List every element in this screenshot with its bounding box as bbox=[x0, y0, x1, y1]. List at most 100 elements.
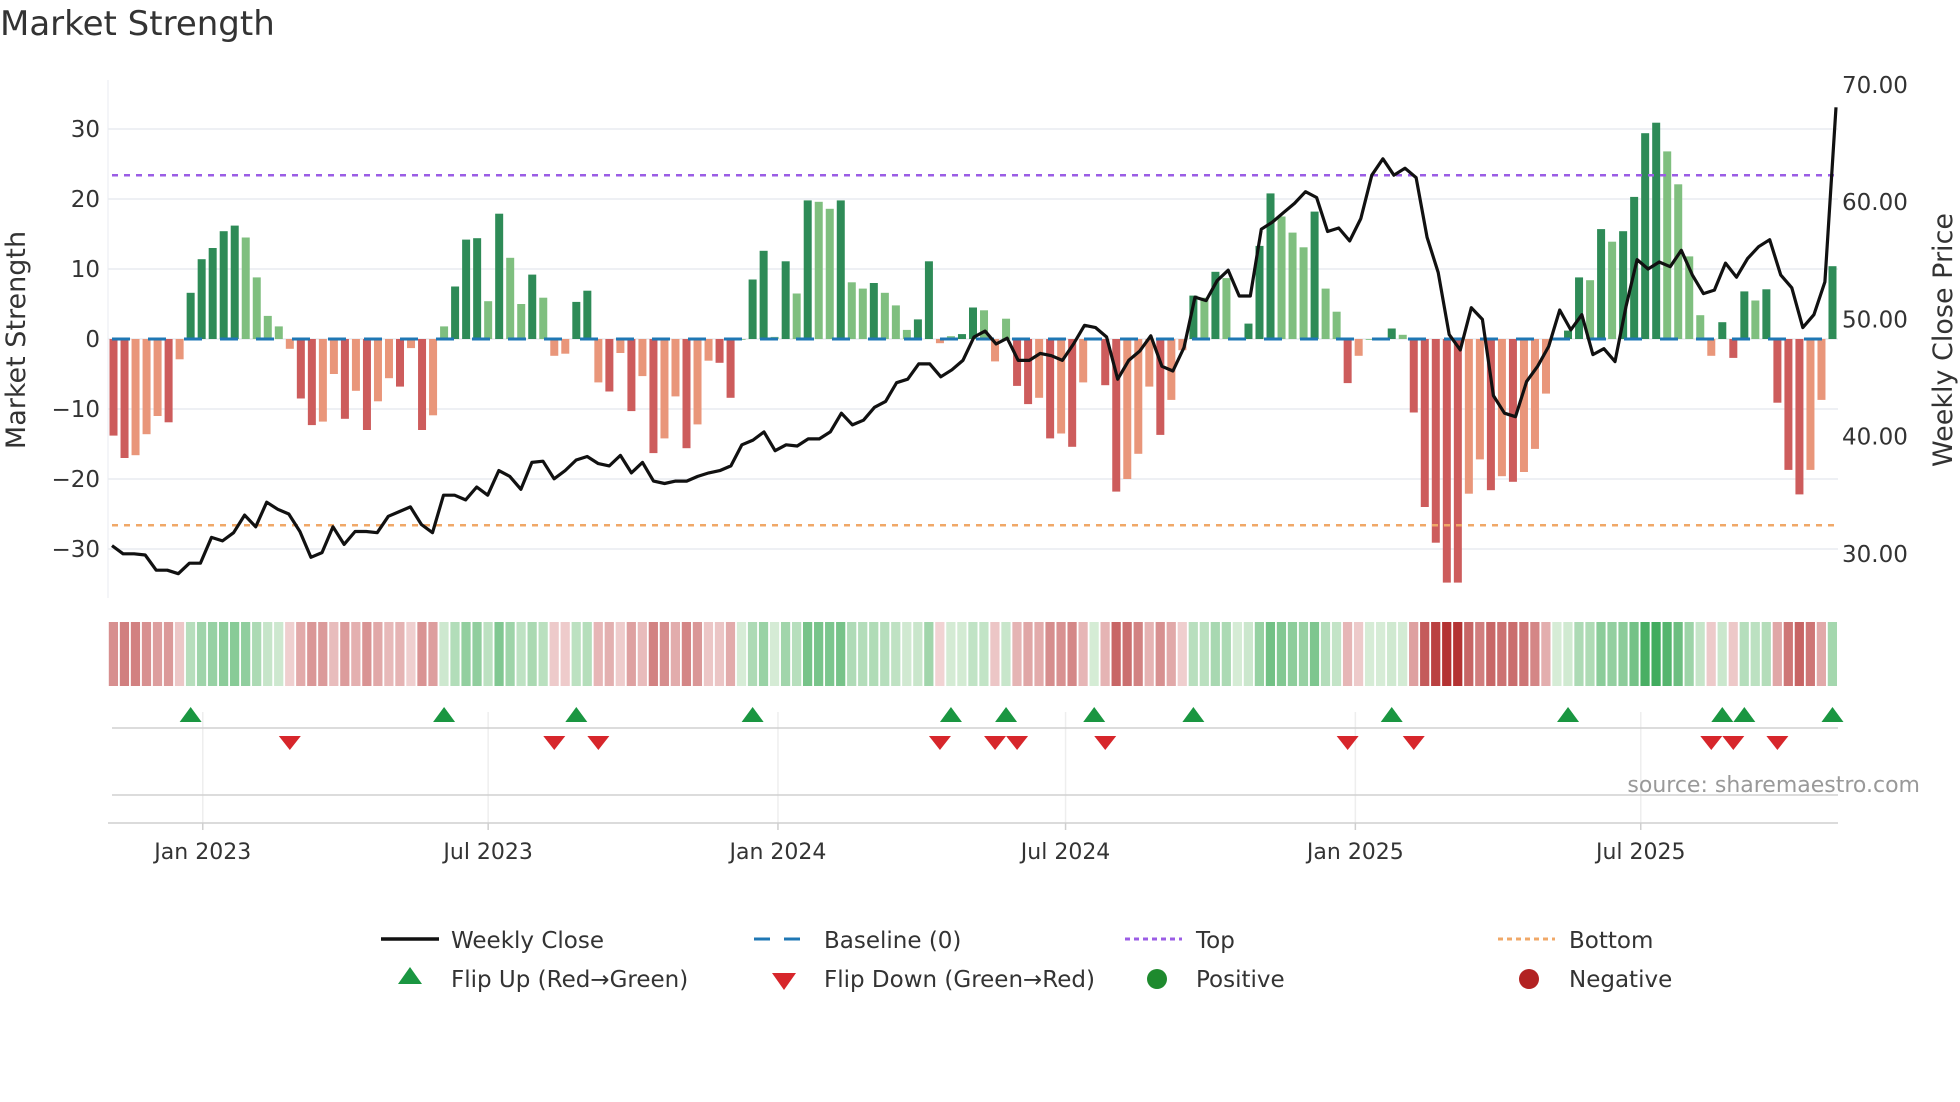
heat-cell bbox=[1100, 622, 1110, 686]
heat-cell bbox=[1045, 622, 1055, 686]
flip-down-marker bbox=[1700, 736, 1723, 750]
strength-bar bbox=[847, 282, 856, 339]
heat-cell bbox=[791, 622, 802, 686]
heat-cell bbox=[218, 622, 229, 686]
heat-cell bbox=[1651, 622, 1661, 686]
flip-up-marker bbox=[1821, 707, 1844, 722]
strength-bar bbox=[1079, 339, 1088, 383]
strength-bar bbox=[153, 339, 162, 416]
heat-cell bbox=[1574, 622, 1584, 686]
strength-bar bbox=[1442, 339, 1451, 583]
heat-cell bbox=[1265, 622, 1276, 686]
flip-up-marker bbox=[1711, 707, 1734, 722]
heat-cell bbox=[1232, 622, 1242, 686]
heat-cell bbox=[1387, 622, 1397, 686]
heat-cell bbox=[803, 622, 813, 686]
heat-cell bbox=[1541, 622, 1551, 686]
heat-cell bbox=[1111, 622, 1121, 686]
strength-bar bbox=[649, 339, 658, 454]
strength-bar bbox=[1420, 339, 1429, 507]
strength-bar bbox=[1332, 311, 1341, 339]
heat-cell bbox=[108, 622, 119, 686]
heat-cell bbox=[891, 622, 901, 686]
strength-bar bbox=[550, 339, 559, 356]
strength-bar bbox=[1707, 339, 1716, 356]
strength-bar bbox=[1288, 232, 1297, 339]
heat-cell bbox=[1309, 622, 1320, 686]
strength-bar bbox=[131, 339, 140, 456]
strength-bar bbox=[329, 339, 338, 374]
strength-bar bbox=[1321, 288, 1330, 339]
strength-bar bbox=[693, 339, 702, 425]
heat-cell bbox=[780, 622, 791, 686]
heat-cell bbox=[1805, 622, 1815, 686]
strength-bar bbox=[561, 339, 570, 354]
heat-cell bbox=[439, 622, 449, 686]
strength-bar bbox=[660, 339, 669, 439]
heat-cell bbox=[241, 622, 251, 686]
legend-baseline-label: Baseline (0) bbox=[824, 928, 961, 954]
heat-cell bbox=[825, 622, 835, 686]
strength-bar bbox=[1663, 151, 1672, 339]
flip-down-marker bbox=[278, 736, 301, 750]
strength-bar bbox=[1343, 339, 1352, 384]
legend: Weekly Close Baseline (0) Top Bottom Fli… bbox=[381, 928, 1672, 993]
heat-cell bbox=[1188, 622, 1198, 686]
flip-down-marker bbox=[1094, 736, 1117, 750]
heat-cell bbox=[1067, 622, 1077, 686]
strength-bar bbox=[484, 301, 493, 339]
strength-bar bbox=[418, 339, 427, 430]
strength-bar bbox=[605, 339, 614, 392]
strength-bar bbox=[1508, 339, 1517, 482]
heat-cell bbox=[880, 622, 890, 686]
heat-cell bbox=[207, 622, 218, 686]
strength-bar bbox=[1299, 247, 1308, 339]
heat-cell bbox=[1012, 622, 1022, 686]
heat-cell bbox=[141, 622, 152, 686]
heat-cell bbox=[516, 622, 526, 686]
flip-down-marker bbox=[543, 736, 566, 750]
heat-cell bbox=[758, 622, 769, 686]
y-axis-label: Market Strength bbox=[1, 231, 32, 449]
strength-bar bbox=[671, 339, 680, 397]
heat-cell bbox=[384, 622, 394, 686]
strength-bar bbox=[120, 339, 129, 458]
strength-bar bbox=[396, 339, 405, 387]
heat-cell bbox=[626, 622, 636, 686]
strength-bar bbox=[528, 274, 537, 339]
heat-cell bbox=[1398, 622, 1408, 686]
strength-bar bbox=[373, 339, 382, 402]
strength-bar bbox=[384, 339, 393, 379]
heat-cell bbox=[1673, 622, 1683, 686]
heat-cell bbox=[1001, 622, 1011, 686]
heat-cell bbox=[527, 622, 537, 686]
y-tick-label: 10 bbox=[71, 257, 100, 283]
strength-bar bbox=[814, 201, 823, 339]
x-ticks: Jan 2023 Jul 2023 Jan 2024 Jul 2024 Jan 2025… bbox=[152, 823, 1686, 865]
strength-bar bbox=[1718, 322, 1727, 339]
x-tick-label: Jan 2025 bbox=[1305, 840, 1404, 865]
flip-up-marker bbox=[995, 707, 1018, 722]
heat-cell bbox=[163, 622, 174, 686]
legend-bottom-label: Bottom bbox=[1569, 928, 1653, 954]
flip-up-marker bbox=[565, 707, 588, 722]
heat-cell bbox=[990, 622, 1000, 686]
strength-bar bbox=[440, 326, 449, 339]
heat-cell bbox=[1640, 622, 1650, 686]
market-strength-chart: 30 20 10 0 −10 −20 −30 70.00 60.00 50.00 40.00 30.… bbox=[1, 73, 1959, 993]
strength-bar bbox=[1068, 339, 1077, 447]
x-tick-label: Jan 2024 bbox=[728, 840, 827, 865]
strength-bar bbox=[704, 339, 713, 361]
strength-bar bbox=[1751, 300, 1760, 339]
heat-cell bbox=[1034, 622, 1044, 686]
left-y-ticks: 30 20 10 0 −10 −20 −30 bbox=[51, 117, 100, 563]
strength-bar bbox=[109, 339, 118, 436]
heat-cell bbox=[582, 622, 592, 686]
x-tick-label: Jan 2023 bbox=[152, 840, 251, 865]
heat-cell bbox=[230, 622, 240, 686]
flip-down-marker bbox=[1402, 736, 1425, 750]
heat-cell bbox=[549, 622, 559, 686]
strength-bar bbox=[429, 339, 438, 416]
heat-cell bbox=[1375, 622, 1386, 686]
flip-up-marker bbox=[179, 707, 202, 722]
